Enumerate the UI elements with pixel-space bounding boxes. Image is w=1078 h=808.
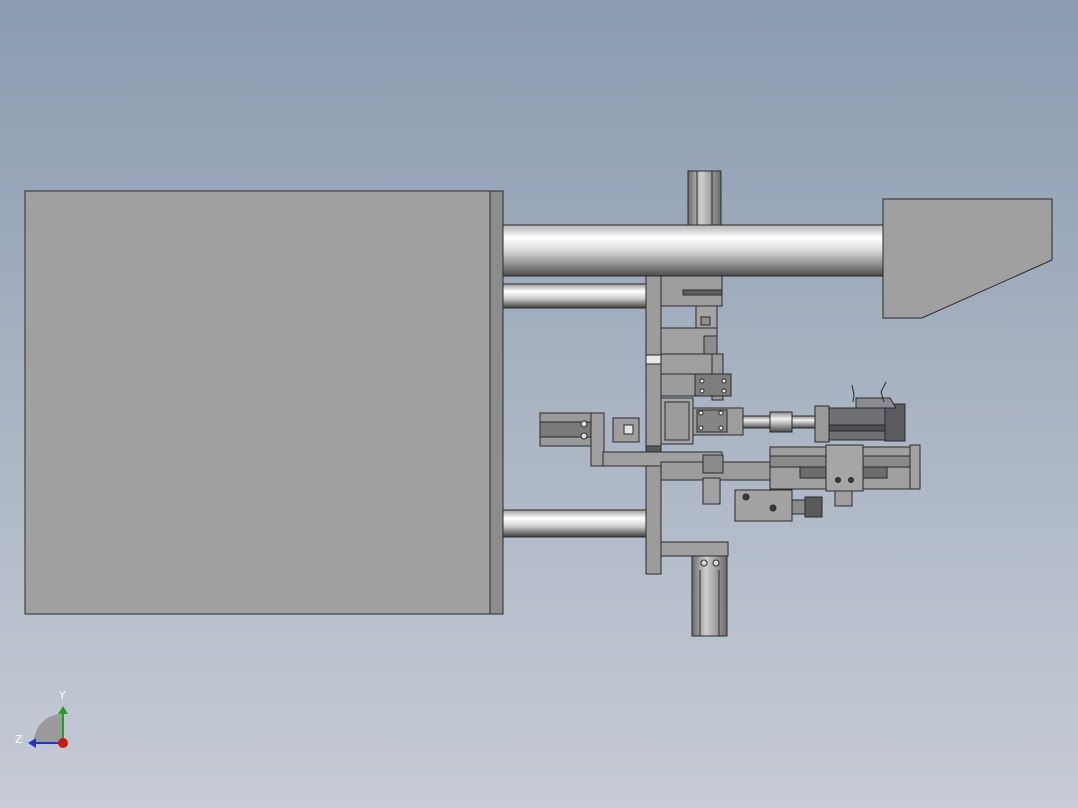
port-fitting [580,420,588,428]
bolt-hole [698,410,704,416]
clevis-slot [623,424,634,435]
servo-motor-body[interactable] [828,407,886,441]
arm-clamp[interactable] [702,454,724,474]
main-guide-rod[interactable] [502,224,885,277]
top-extrusion-post[interactable] [687,170,722,227]
upper-bracket-strip [682,289,723,296]
arm-support[interactable] [702,477,721,505]
bottom-bracket[interactable] [660,541,729,557]
cad-viewport[interactable]: Y Z [0,0,1078,808]
x-axis-origin [58,738,68,748]
bolt-hole [699,378,705,384]
plate-slot-2 [645,445,662,453]
housing-flange [489,190,504,615]
port-fitting [580,432,588,440]
bolt-hole [699,388,705,394]
z-axis-label: Z [15,733,23,746]
vertical-mount-plate[interactable] [645,273,662,575]
motor-connector-box [855,397,897,409]
guide-rod-lower[interactable] [502,509,648,538]
servo-motor-band [828,424,886,432]
port-fitting [712,559,720,567]
gripper-nozzle [804,496,823,518]
cylinder-end-plate[interactable] [590,412,605,467]
bolt-hole [721,378,727,384]
shaft-coupling[interactable] [769,411,793,433]
bolt-hole [835,477,841,483]
bolt-hole [848,477,854,483]
bracket-tab [703,335,718,355]
motor-mount-flange[interactable] [814,405,830,443]
bolt-hole [742,493,750,501]
port-fitting [700,559,708,567]
module-carriage[interactable] [825,444,864,492]
main-housing-block[interactable] [24,190,504,615]
bolt-hole [718,410,724,416]
y-axis-label: Y [58,689,66,702]
bolt-hole [769,504,777,512]
module-foot [834,490,853,507]
bolt-hole [698,425,704,431]
bottom-extrusion-post[interactable] [691,555,728,637]
bolt-hole [718,425,724,431]
guide-rod-upper[interactable] [502,283,648,309]
module-end-block[interactable] [909,444,921,490]
bolt-hole [721,388,727,394]
center-mount-face [664,401,690,441]
servo-motor-endcap[interactable] [884,403,906,442]
plate-slot [645,354,662,365]
clamp-nub [700,316,711,326]
